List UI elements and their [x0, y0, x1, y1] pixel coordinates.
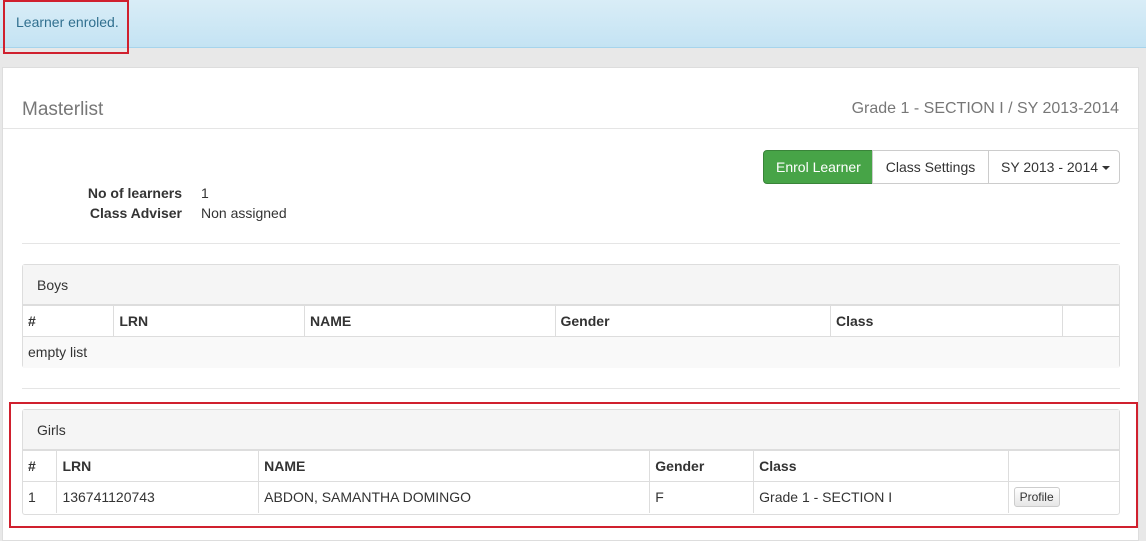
girls-col-lrn: LRN [56, 450, 260, 482]
boys-col-gender: Gender [554, 305, 831, 337]
girls-col-class: Class [753, 450, 1009, 482]
table-row: empty list [23, 336, 1119, 368]
learners-count-label: No of learners [87, 185, 182, 201]
girl-row-lrn: 136741120743 [56, 481, 260, 513]
girls-panel-title: Girls [23, 410, 1119, 450]
boys-col-number: # [23, 305, 115, 337]
learners-count-value: 1 [201, 185, 209, 201]
class-adviser-label: Class Adviser [89, 205, 182, 221]
boys-table: # LRN NAME Gender Class empty list [23, 305, 1119, 368]
boys-panel-title: Boys [23, 265, 1119, 305]
masterlist-panel: Masterlist Grade 1 - SECTION I / SY 2013… [2, 67, 1139, 541]
class-adviser-value: Non assigned [201, 205, 287, 221]
page-title: Masterlist [22, 99, 104, 120]
class-subtitle: Grade 1 - SECTION I / SY 2013-2014 [851, 100, 1119, 117]
school-year-label: SY 2013 - 2014 [1001, 159, 1099, 175]
girls-table: # LRN NAME Gender Class 1 136741120743 A… [23, 450, 1119, 513]
boys-col-lrn: LRN [113, 305, 305, 337]
table-row: 1 136741120743 ABDON, SAMANTHA DOMINGO F… [23, 481, 1119, 513]
school-year-dropdown[interactable]: SY 2013 - 2014 [988, 150, 1120, 184]
girls-col-action [1007, 450, 1119, 482]
alert-message: Learner enroled. [16, 14, 119, 30]
boys-panel: Boys # LRN NAME Gender Class empty list [22, 264, 1120, 368]
boys-col-name: NAME [303, 305, 556, 337]
girls-col-number: # [23, 450, 58, 482]
class-settings-button[interactable]: Class Settings [872, 150, 989, 184]
girl-row-gender: F [649, 481, 755, 513]
girls-col-name: NAME [258, 450, 651, 482]
boys-empty-message: empty list [23, 336, 1119, 368]
girl-row-class: Grade 1 - SECTION I [753, 481, 1009, 513]
profile-button[interactable]: Profile [1013, 487, 1060, 508]
toolbar: Enrol Learner Class Settings SY 2013 - 2… [763, 150, 1120, 184]
boys-divider [22, 388, 1120, 389]
info-divider [22, 243, 1120, 244]
girls-col-gender: Gender [649, 450, 755, 482]
enrol-learner-button[interactable]: Enrol Learner [763, 150, 873, 184]
caret-down-icon [1102, 166, 1111, 171]
boys-col-action [1061, 305, 1119, 337]
girls-panel: Girls # LRN NAME Gender Class 1 13674112… [22, 409, 1120, 515]
girl-row-action-cell: Profile [1007, 481, 1119, 513]
girl-row-name: ABDON, SAMANTHA DOMINGO [258, 481, 651, 513]
girl-row-number: 1 [23, 481, 58, 513]
header-divider [3, 128, 1138, 129]
boys-col-class: Class [830, 305, 1063, 337]
alert-bar: Learner enroled. [0, 0, 1146, 48]
